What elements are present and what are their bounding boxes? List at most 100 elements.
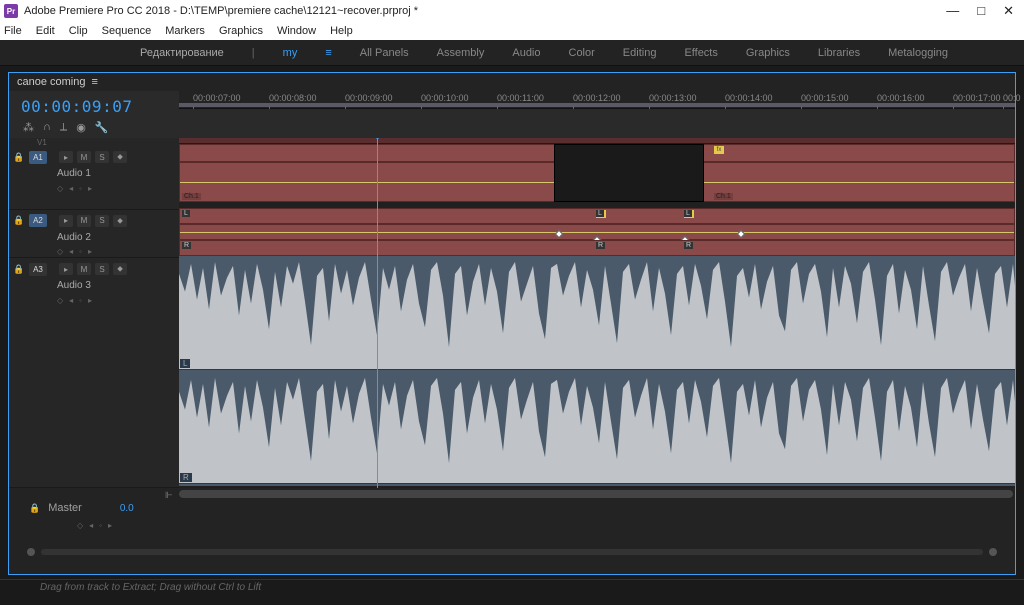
waveform-left: L — [179, 256, 1015, 370]
next-key-icon[interactable]: ▸ — [88, 296, 92, 305]
prev-key-icon[interactable]: ◂ — [89, 521, 93, 530]
a2-badge[interactable]: A2 — [29, 214, 47, 227]
voice-icon[interactable]: ⬥ — [113, 263, 127, 275]
master-level[interactable]: 0.0 — [120, 503, 134, 514]
track-output-icon[interactable]: ▸ — [59, 151, 73, 163]
workspace-color[interactable]: Color — [569, 47, 595, 59]
next-key-icon[interactable]: ▸ — [88, 184, 92, 193]
prev-key-icon[interactable]: ◂ — [69, 184, 73, 193]
menu-file[interactable]: File — [4, 25, 22, 37]
rubber-band[interactable] — [180, 232, 1014, 233]
workspace-libraries[interactable]: Libraries — [818, 47, 860, 59]
channel-l: L — [182, 210, 190, 217]
track-output-icon[interactable]: ▸ — [59, 263, 73, 275]
zoom-in-icon[interactable] — [989, 548, 997, 556]
solo-button[interactable]: S — [95, 215, 109, 227]
mute-button[interactable]: M — [77, 151, 91, 163]
gap-clip[interactable] — [554, 144, 704, 202]
zoom-out-icon[interactable] — [27, 548, 35, 556]
ruler-tick: 00:00:13:00 — [649, 93, 697, 103]
menubar: File Edit Clip Sequence Markers Graphics… — [0, 22, 1024, 40]
workspace-tabs: Редактирование | my ≡ All Panels Assembl… — [0, 40, 1024, 66]
track-output-icon[interactable]: ▸ — [59, 215, 73, 227]
mute-button[interactable]: M — [77, 215, 91, 227]
channel-l: L — [684, 210, 692, 217]
a1-header[interactable]: 🔒 A1 ▸ M S ⬥ Audio 1 ◇ ◂ ◦ ▸ — [9, 146, 179, 210]
add-key-icon[interactable]: ◦ — [79, 247, 82, 256]
solo-button[interactable]: S — [95, 151, 109, 163]
menu-markers[interactable]: Markers — [165, 25, 205, 37]
lock-icon[interactable]: 🔒 — [13, 264, 25, 275]
magnet-icon[interactable]: ∩ — [43, 121, 51, 134]
workspace-my[interactable]: my — [283, 47, 298, 59]
workspace-metalogging[interactable]: Metalogging — [888, 47, 948, 59]
a1-badge[interactable]: A1 — [29, 151, 47, 164]
keyframe-icon[interactable]: ◇ — [57, 296, 63, 305]
hscroll-track[interactable] — [179, 490, 1013, 498]
ruler-tick: 00:00:09:00 — [345, 93, 393, 103]
workspace-graphics[interactable]: Graphics — [746, 47, 790, 59]
link-icon[interactable]: ⟂ — [60, 121, 67, 134]
next-key-icon[interactable]: ▸ — [108, 521, 112, 530]
workspace-allpanels[interactable]: All Panels — [360, 47, 409, 59]
workspace-menu-icon[interactable]: ≡ — [325, 47, 331, 59]
menu-clip[interactable]: Clip — [69, 25, 88, 37]
prev-key-icon[interactable]: ◂ — [69, 247, 73, 256]
time-ruler[interactable]: 00:00:07:00 00:00:08:00 00:00:09:00 00:0… — [179, 91, 1015, 109]
hscroll-thumb[interactable] — [179, 490, 1013, 498]
fx-badge[interactable]: fx — [714, 146, 724, 154]
minimize-button[interactable]: — — [946, 3, 959, 19]
zoom-scrollbar[interactable] — [41, 549, 983, 555]
maximize-button[interactable]: □ — [977, 3, 985, 19]
lock-icon[interactable]: 🔒 — [13, 215, 25, 226]
workspace-audio[interactable]: Audio — [512, 47, 540, 59]
add-key-icon[interactable]: ◦ — [79, 296, 82, 305]
close-button[interactable]: ✕ — [1003, 3, 1014, 19]
marker-icon[interactable]: ◉ — [76, 121, 86, 134]
next-key-icon[interactable]: ▸ — [88, 247, 92, 256]
v1-header[interactable]: V1 — [9, 138, 179, 146]
solo-button[interactable]: S — [95, 263, 109, 275]
menu-window[interactable]: Window — [277, 25, 316, 37]
a3-track[interactable]: L R — [179, 256, 1015, 486]
prev-key-icon[interactable]: ◂ — [69, 296, 73, 305]
add-key-icon[interactable]: ◦ — [99, 521, 102, 530]
voice-icon[interactable]: ⬥ — [113, 215, 127, 227]
keyframe-icon[interactable]: ◇ — [57, 184, 63, 193]
wrench-icon[interactable]: 🔧 — [95, 121, 109, 134]
a1-track[interactable]: fx Ch.1 Ch.1 — [179, 144, 1015, 208]
channel-tag-l: L — [180, 359, 190, 368]
a2-header[interactable]: 🔒 A2 ▸ M S ⬥ Audio 2 ◇ ◂ ◦ ▸ — [9, 210, 179, 258]
ruler-tick: 00:00:12:00 — [573, 93, 621, 103]
keyframe-icon[interactable]: ◇ — [57, 247, 63, 256]
keyframe-icon[interactable]: ◇ — [77, 521, 83, 530]
menu-edit[interactable]: Edit — [36, 25, 55, 37]
lock-icon[interactable]: 🔒 — [29, 503, 40, 514]
mute-button[interactable]: M — [77, 263, 91, 275]
menu-sequence[interactable]: Sequence — [102, 25, 152, 37]
a3-header[interactable]: 🔒 A3 ▸ M S ⬥ Audio 3 ◇ ◂ ◦ ▸ — [9, 258, 179, 488]
status-text: Drag from track to Extract; Drag without… — [40, 582, 261, 593]
sequence-name[interactable]: canoe coming — [17, 76, 86, 88]
menu-graphics[interactable]: Graphics — [219, 25, 263, 37]
in-out-icon[interactable]: ⊩ — [165, 490, 173, 501]
playhead[interactable] — [377, 138, 378, 488]
track-content[interactable]: fx Ch.1 Ch.1 fx fx L L L — [179, 138, 1015, 488]
workspace-effects[interactable]: Effects — [684, 47, 717, 59]
channel-label: Ch.1 — [182, 193, 201, 200]
ruler-tick: 00:00:08:00 — [269, 93, 317, 103]
snap-icon[interactable]: ⁂ — [23, 121, 34, 134]
workspace-editing[interactable]: Editing — [623, 47, 657, 59]
menu-help[interactable]: Help — [330, 25, 353, 37]
timecode-display[interactable]: 00:00:09:07 — [9, 97, 144, 116]
channel-label: Ch.1 — [714, 193, 733, 200]
a3-label: Audio 3 — [9, 280, 179, 294]
a3-badge[interactable]: A3 — [29, 263, 47, 276]
status-bar: Drag from track to Extract; Drag without… — [0, 579, 1024, 595]
voice-icon[interactable]: ⬥ — [113, 151, 127, 163]
panel-menu-icon[interactable]: ≡ — [92, 76, 98, 88]
lock-icon[interactable]: 🔒 — [13, 152, 25, 163]
add-key-icon[interactable]: ◦ — [79, 184, 82, 193]
a2-track[interactable]: fx fx L L L R R R — [179, 208, 1015, 256]
workspace-assembly[interactable]: Assembly — [437, 47, 485, 59]
